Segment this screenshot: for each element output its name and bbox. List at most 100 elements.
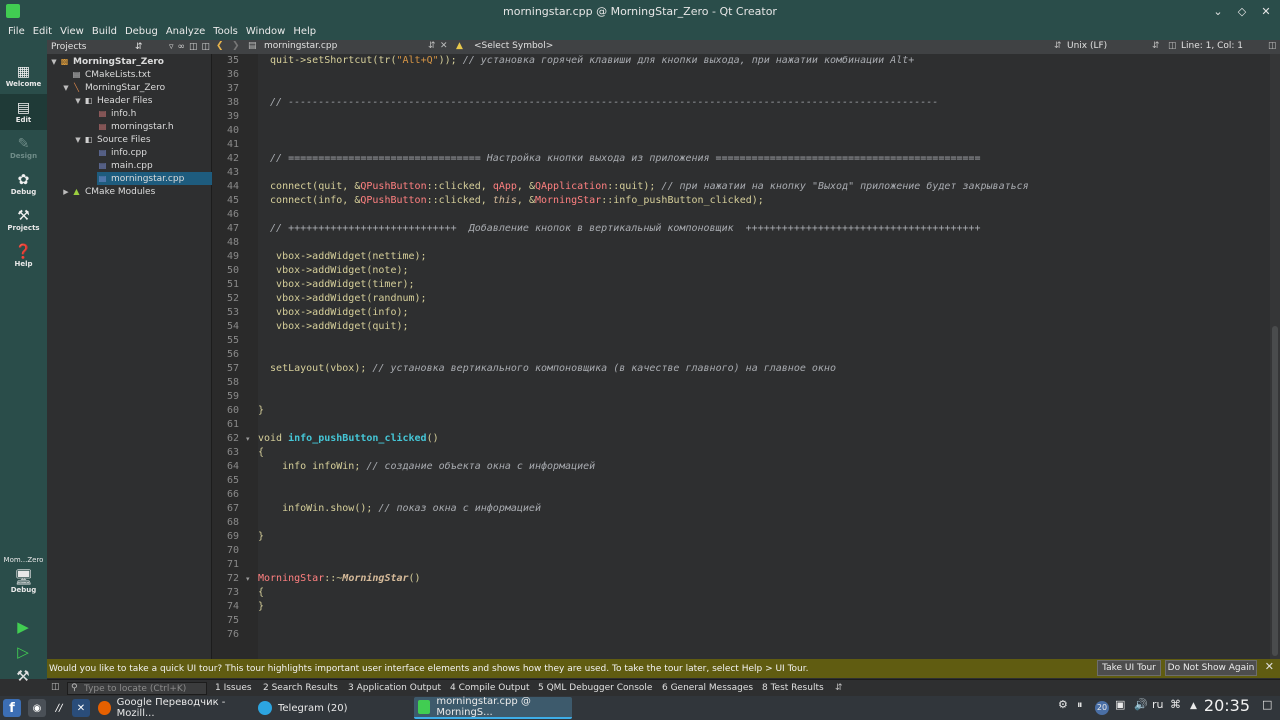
show-desktop-icon[interactable]: □ [1262,698,1272,711]
line-number[interactable]: 35 [212,55,239,66]
line-number[interactable]: 37 [212,83,239,94]
line-number[interactable]: 53 [212,307,239,318]
tree-item-project-root[interactable]: ▼ ▩ MorningStar_Zero [49,55,212,68]
menu-debug[interactable]: Debug [121,26,162,37]
code-line[interactable]: connect(info, &QPushButton::clicked, thi… [258,195,764,206]
code-line[interactable]: } [258,405,264,416]
line-number[interactable]: 40 [212,125,239,136]
code-line[interactable]: } [258,601,264,612]
line-number[interactable]: 51 [212,279,239,290]
line-number[interactable]: 41 [212,139,239,150]
code-line[interactable]: infoWin.show(); // показ окна с информац… [258,503,541,514]
line-number[interactable]: 62 [212,433,239,444]
tree-item-source-files[interactable]: ▼ ◧ Source Files [73,133,212,146]
volume-tray-icon[interactable]: 🔊 [1134,698,1148,711]
code-line[interactable]: setLayout(vbox); // установка вертикальн… [258,363,836,374]
line-number[interactable]: 76 [212,629,239,640]
split-view-icon[interactable]: ◫ [1268,41,1277,51]
line-number[interactable]: 36 [212,69,239,80]
tray-expand-arrow-icon[interactable]: ▲ [1190,701,1197,711]
projects-selector-arrows-icon[interactable]: ⇵ [135,42,143,52]
expand-arrow-icon[interactable]: ▼ [73,136,83,144]
screen-tray-icon[interactable]: ▣ [1115,698,1125,711]
task-telegram[interactable]: Telegram (20) [254,697,412,719]
split-icon[interactable]: ◫ [189,42,198,52]
tree-item-header-files[interactable]: ▼ ◧ Header Files [73,94,212,107]
locator-input[interactable]: ⚲ Type to locate (Ctrl+K) [67,682,207,695]
line-number[interactable]: 59 [212,391,239,402]
expand-arrow-icon[interactable]: ▼ [73,97,83,105]
code-line[interactable]: void info_pushButton_clicked() [258,433,439,444]
mode-debug[interactable]: ✿ Debug [0,166,47,202]
output-tab-application-output[interactable]: 3 Application Output [348,683,441,693]
fold-marker-icon[interactable]: ▾ [246,575,250,583]
line-number[interactable]: 70 [212,545,239,556]
symbol-selector-arrows-icon[interactable]: ⇵ [1054,41,1062,51]
close-document-icon[interactable]: ✕ [440,41,448,51]
code-editor[interactable]: quit->setShortcut(tr("Alt+Q")); // устан… [258,54,1270,659]
line-number[interactable]: 55 [212,335,239,346]
line-number[interactable]: 39 [212,111,239,122]
code-line[interactable]: vbox->addWidget(timer); [258,279,415,290]
code-line[interactable]: info infoWin; // создание объекта окна с… [258,461,595,472]
pause-tray-icon[interactable]: ⏸ [1077,698,1083,712]
line-number[interactable]: 71 [212,559,239,570]
code-line[interactable]: vbox->addWidget(note); [258,265,408,276]
output-tab-qml-debugger-console[interactable]: 5 QML Debugger Console [538,683,652,693]
expand-arrow-icon[interactable]: ▼ [49,58,59,66]
task-qt-creator[interactable]: morningstar.cpp @ MorningS... [414,696,572,719]
close-window-icon[interactable]: ✕ [1258,2,1274,20]
code-line[interactable]: vbox->addWidget(nettime); [258,251,427,262]
code-line[interactable]: connect(quit, &QPushButton::clicked, qAp… [258,181,1029,192]
tree-item-morningstar-h[interactable]: ▤ morningstar.h [97,120,212,133]
mode-projects[interactable]: ⚒ Projects [0,202,47,238]
discord-icon[interactable]: ◉ [28,699,46,717]
vertical-scrollbar[interactable] [1270,54,1280,659]
kde-connect-icon[interactable]: ✕ [72,699,90,717]
menu-window[interactable]: Window [242,26,289,37]
code-line[interactable]: // ++++++++++++++++++++++++++++ Добавлен… [258,223,980,234]
mode-help[interactable]: ❓ Help [0,238,47,274]
menu-help[interactable]: Help [289,26,320,37]
code-line[interactable]: vbox->addWidget(randnum); [258,293,427,304]
filter-icon[interactable]: ▿ [169,42,174,52]
code-line[interactable]: quit->setShortcut(tr("Alt+Q")); // устан… [258,55,914,66]
line-number[interactable]: 73 [212,587,239,598]
collapse-arrow-icon[interactable]: ▶ [61,188,71,196]
line-ending-arrows-icon[interactable]: ⇵ [1152,41,1160,51]
code-line[interactable]: { [258,447,264,458]
debug-run-icon[interactable]: ▷ [13,642,33,662]
code-line[interactable]: // ================================ Наст… [258,153,980,164]
line-number[interactable]: 66 [212,489,239,500]
menu-edit[interactable]: Edit [29,26,56,37]
back-arrow-icon[interactable]: ❮ [216,41,224,51]
line-number[interactable]: 43 [212,167,239,178]
fedora-launcher-icon[interactable]: f [3,699,21,717]
line-number[interactable]: 65 [212,475,239,486]
line-number[interactable]: 45 [212,195,239,206]
mode-design[interactable]: ✎ Design [0,130,47,166]
line-number[interactable]: 68 [212,517,239,528]
tree-item-cmake-modules[interactable]: ▶ ▲ CMake Modules [61,185,212,198]
line-number[interactable]: 52 [212,293,239,304]
expand-arrow-icon[interactable]: ▼ [61,84,71,92]
line-number[interactable]: 63 [212,447,239,458]
symbol-selector[interactable]: <Select Symbol> [474,41,553,51]
close-infobar-icon[interactable]: ✕ [1265,660,1274,673]
line-number[interactable]: 64 [212,461,239,472]
take-ui-tour-button[interactable]: Take UI Tour [1097,660,1161,676]
line-ending-selector[interactable]: Unix (LF) [1067,41,1107,51]
forward-arrow-icon[interactable]: ❯ [232,41,240,51]
tree-item-info-cpp[interactable]: ▤ info.cpp [97,146,212,159]
clock[interactable]: 20:35 [1204,696,1250,715]
task-firefox[interactable]: Google Переводчик - Mozill... [94,697,252,719]
line-number[interactable]: 50 [212,265,239,276]
output-tab-test-results[interactable]: 8 Test Results [762,683,824,693]
line-number[interactable]: 69 [212,531,239,542]
open-document-selector[interactable]: morningstar.cpp [264,41,337,51]
kit-selector[interactable]: Mom...Zero 🖥 Debug [0,556,47,606]
tree-item-main-cpp[interactable]: ▤ main.cpp [97,159,212,172]
line-number[interactable]: 54 [212,321,239,332]
minimize-window-icon[interactable]: ⌄ [1210,2,1226,20]
telegram-tray-badge[interactable]: 20 [1095,701,1109,715]
